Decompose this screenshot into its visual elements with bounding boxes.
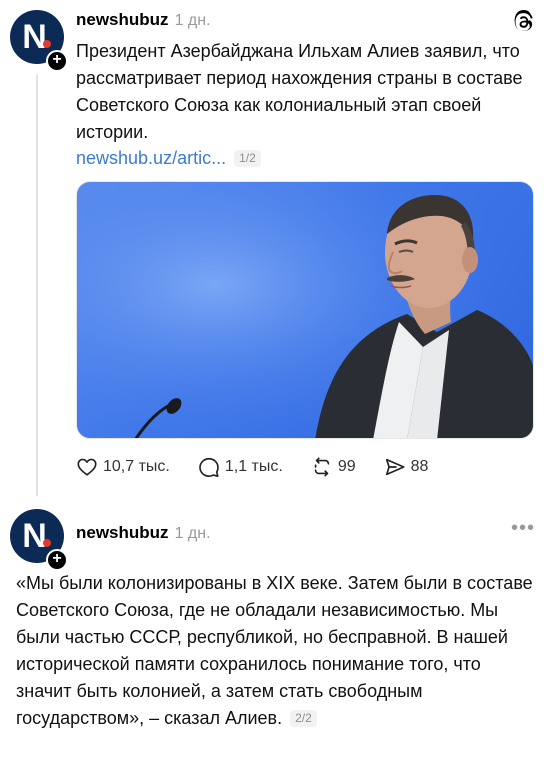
avatar-letter: N bbox=[22, 516, 47, 555]
post-text: Президент Азербайджана Ильхам Алиев заяв… bbox=[76, 41, 523, 142]
post-actions: 10,7 тыс. 1,1 тыс. 99 88 bbox=[76, 456, 456, 478]
follow-plus-button[interactable]: + bbox=[46, 549, 68, 571]
post-text: «Мы были колонизированы в XIX веке. Зате… bbox=[16, 570, 541, 732]
post-header: newshubuz 1 дн. bbox=[76, 523, 211, 543]
avatar-dot bbox=[43, 539, 51, 547]
avatar[interactable]: N + bbox=[10, 509, 68, 571]
comment-icon bbox=[199, 457, 219, 477]
photo-illustration bbox=[77, 182, 533, 438]
post-header: newshubuz 1 дн. bbox=[76, 10, 211, 30]
username[interactable]: newshubuz bbox=[76, 10, 169, 30]
repost-icon bbox=[314, 457, 330, 477]
link-row: newshub.uz/artic... 1/2 bbox=[76, 148, 261, 169]
timestamp: 1 дн. bbox=[174, 12, 211, 29]
thread-post: N + newshubuz 1 дн. Президент Азербайджа… bbox=[0, 0, 549, 496]
follow-plus-button[interactable]: + bbox=[46, 50, 68, 72]
comment-count: 1,1 тыс. bbox=[224, 458, 283, 475]
repost-button[interactable]: 99 bbox=[311, 456, 356, 478]
comment-button[interactable]: 1,1 тыс. bbox=[198, 456, 283, 478]
post-photo[interactable] bbox=[76, 181, 534, 439]
post-text-body: «Мы были колонизированы в XIX веке. Зате… bbox=[16, 573, 533, 728]
like-count: 10,7 тыс. bbox=[103, 458, 170, 475]
share-icon bbox=[385, 458, 405, 476]
thread-post: N + newshubuz 1 дн. ••• «Мы были колониз… bbox=[0, 495, 549, 768]
share-button[interactable]: 88 bbox=[384, 456, 429, 478]
repost-count: 99 bbox=[337, 458, 356, 475]
thread-line bbox=[36, 74, 38, 496]
timestamp: 1 дн. bbox=[174, 525, 211, 542]
share-count: 88 bbox=[410, 458, 429, 475]
like-button[interactable]: 10,7 тыс. bbox=[76, 456, 170, 478]
threads-logo-icon[interactable] bbox=[511, 10, 535, 34]
thread-counter: 2/2 bbox=[290, 710, 317, 727]
thread-counter: 1/2 bbox=[234, 150, 261, 167]
more-icon[interactable]: ••• bbox=[511, 518, 535, 538]
article-link[interactable]: newshub.uz/artic... bbox=[76, 148, 226, 169]
heart-icon bbox=[77, 458, 97, 476]
username[interactable]: newshubuz bbox=[76, 523, 169, 543]
avatar-dot bbox=[43, 40, 51, 48]
avatar[interactable]: N + bbox=[10, 10, 68, 72]
avatar-letter: N bbox=[22, 17, 47, 56]
